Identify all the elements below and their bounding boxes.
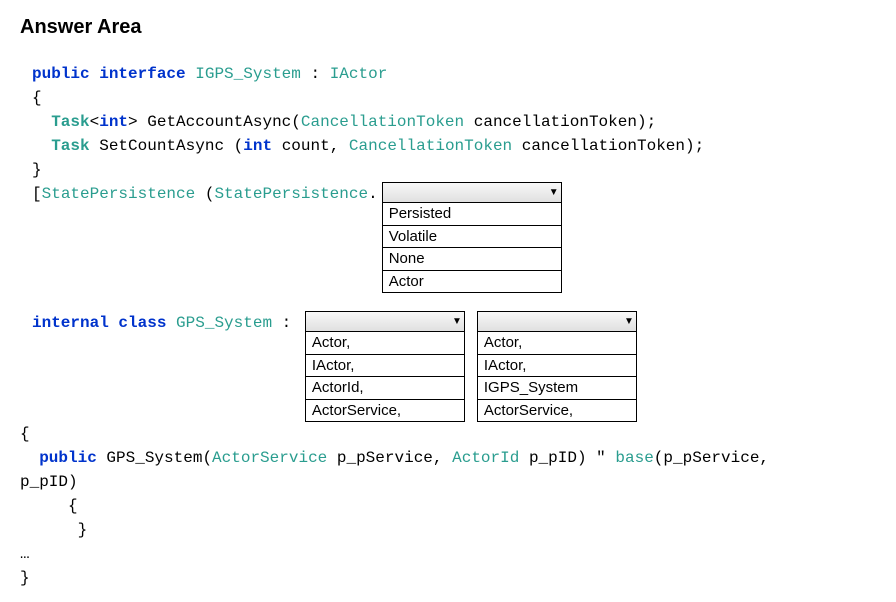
dropdown-option[interactable]: Actor — [383, 270, 561, 293]
paren-close: ) — [637, 113, 647, 131]
class-decl-line: internal class GPS_System : ▼ Actor, IAc… — [32, 311, 876, 422]
type-igps-system: IGPS_System — [195, 65, 301, 83]
semicolon: ; — [647, 113, 657, 131]
brace-open: { — [20, 422, 876, 446]
quote: " — [596, 449, 606, 467]
dropdown-selected[interactable]: ▼ — [306, 312, 464, 332]
dot: . — [368, 185, 378, 203]
comma: , — [759, 449, 769, 467]
dropdown-option[interactable]: None — [383, 247, 561, 270]
ellipsis: … — [20, 542, 876, 566]
brace-close: } — [20, 566, 876, 590]
paren-open: ( — [205, 185, 215, 203]
chevron-down-icon: ▼ — [624, 314, 634, 329]
paren-open: ( — [234, 137, 244, 155]
brace-open: { — [32, 86, 876, 110]
dropdown-option[interactable]: IActor, — [478, 354, 636, 377]
keyword-public: public — [39, 449, 97, 467]
param-name: p_pID — [529, 449, 577, 467]
paren-open: ( — [202, 449, 212, 467]
keyword-base: base — [615, 449, 653, 467]
ctor-name: GPS_System — [106, 449, 202, 467]
dropdown-option[interactable]: ActorService, — [306, 399, 464, 422]
param-name: p_pService — [337, 449, 433, 467]
param-name: p_pID — [20, 473, 68, 491]
dropdown-base-class[interactable]: ▼ Actor, IActor, ActorId, ActorService, — [305, 311, 465, 422]
attribute-line: [StatePersistence (StatePersistence. ▼ P… — [32, 182, 876, 293]
bracket-open: [ — [32, 185, 42, 203]
method-name: SetCountAsync — [99, 137, 224, 155]
type-actorservice: ActorService — [212, 449, 327, 467]
dropdown-selected[interactable]: ▼ — [383, 183, 561, 203]
paren-close: ) — [68, 473, 78, 491]
dropdown-option[interactable]: Volatile — [383, 225, 561, 248]
code-line: public interface IGPS_System : IActor — [32, 62, 876, 86]
keyword-int: int — [243, 137, 272, 155]
paren-open: ( — [291, 113, 301, 131]
chevron-down-icon: ▼ — [452, 314, 462, 329]
param-name: cancellationToken — [522, 137, 685, 155]
brace-close: } — [32, 158, 876, 182]
code-area: public interface IGPS_System : IActor { … — [20, 62, 876, 422]
type-statepersistence: StatePersistence — [42, 185, 196, 203]
type-cancellationtoken: CancellationToken — [301, 113, 464, 131]
semicolon: ; — [695, 137, 705, 155]
paren-close: ) — [685, 137, 695, 155]
type-task: Task — [51, 137, 89, 155]
dropdown-selected[interactable]: ▼ — [478, 312, 636, 332]
page-title: Answer Area — [20, 12, 876, 42]
param-name: cancellationToken — [474, 113, 637, 131]
dropdown-option[interactable]: ActorService, — [478, 399, 636, 422]
dropdown-state-persistence[interactable]: ▼ Persisted Volatile None Actor — [382, 182, 562, 293]
type-iactor: IActor — [330, 65, 388, 83]
keyword-class: class — [118, 314, 166, 332]
type-actorid: ActorId — [452, 449, 519, 467]
brace-open: { — [20, 494, 876, 518]
comma: , — [330, 137, 340, 155]
angle-open: < — [90, 113, 100, 131]
keyword-internal: internal — [32, 314, 109, 332]
dropdown-option[interactable]: IGPS_System — [478, 376, 636, 399]
type-cancellationtoken: CancellationToken — [349, 137, 512, 155]
colon: : — [282, 314, 292, 332]
code-line: Task SetCountAsync (int count, Cancellat… — [32, 134, 876, 158]
keyword-interface: interface — [99, 65, 185, 83]
type-task: Task — [51, 113, 89, 131]
colon: : — [310, 65, 320, 83]
dropdown-option[interactable]: Persisted — [383, 203, 561, 225]
keyword-int: int — [99, 113, 128, 131]
type-gps-system: GPS_System — [176, 314, 272, 332]
angle-close: > — [128, 113, 138, 131]
paren-open: ( — [654, 449, 664, 467]
param-name: p_pService — [663, 449, 759, 467]
code-line: p_pID) — [20, 470, 876, 494]
dropdown-interface[interactable]: ▼ Actor, IActor, IGPS_System ActorServic… — [477, 311, 637, 422]
param-name: count — [282, 137, 330, 155]
code-line: public GPS_System(ActorService p_pServic… — [20, 446, 876, 470]
dropdown-option[interactable]: Actor, — [478, 332, 636, 354]
dropdown-option[interactable]: Actor, — [306, 332, 464, 354]
chevron-down-icon: ▼ — [549, 185, 559, 200]
keyword-public: public — [32, 65, 90, 83]
type-statepersistence: StatePersistence — [214, 185, 368, 203]
comma: , — [433, 449, 443, 467]
code-line: Task<int> GetAccountAsync(CancellationTo… — [32, 110, 876, 134]
method-name: GetAccountAsync — [147, 113, 291, 131]
paren-close: ) — [577, 449, 587, 467]
dropdown-option[interactable]: IActor, — [306, 354, 464, 377]
dropdown-option[interactable]: ActorId, — [306, 376, 464, 399]
brace-close: } — [20, 518, 876, 542]
